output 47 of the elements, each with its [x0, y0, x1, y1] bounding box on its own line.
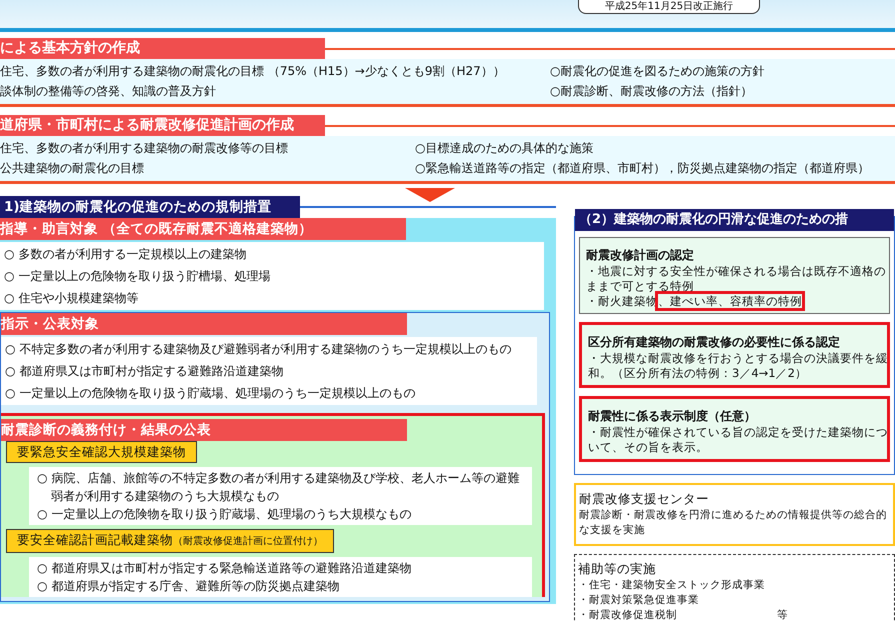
list-text: ○ 都道府県又は市町村が指定する緊急輸送道路等の避難路沿道建築物: [37, 560, 412, 577]
body-text: ままで可とする特例: [586, 279, 694, 293]
body-text: ・大規模な耐震改修を行おうとする場合の決議要件を緩: [588, 351, 888, 365]
body-text: 耐震診断・耐震改修を円滑に進めるための情報提供等の総合的: [579, 508, 888, 523]
list-text: ○目標達成のための具体的な施策: [415, 140, 594, 157]
list-text: 公共建築物の耐震化の目標: [0, 160, 145, 177]
list-text: ○ 一定量以上の危険物を取り扱う貯蔵場、処理場のうち大規模なもの: [37, 506, 412, 523]
list-text: ○耐震診断、耐震改修の方法（指針）: [550, 83, 752, 100]
list-text: ○ 不特定多数の者が利用する建築物及び避難弱者が利用する建築物のうち一定規模以上のもの: [5, 341, 512, 358]
list-text: 住宅、多数の者が利用する建築物の耐震化の目標 （75%（H15）→少なくとも9割（H27））: [0, 63, 506, 80]
box-heading: 補助等の実施: [578, 561, 657, 576]
box-heading: 耐震性に係る表示制度（任意）: [588, 409, 757, 424]
revision-date-badge: 平成25年11月25日改正施行: [578, 0, 760, 14]
list-text: ○ 都道府県又は市町村が指定する避難路沿道建築物: [5, 363, 284, 380]
list-text: ○ 多数の者が利用する一定規模以上の建築物: [4, 246, 248, 263]
list-text: ○緊急輸送道路等の指定（都道府県、市町村），防災拠点建築物の指定（都道府県）: [415, 160, 870, 177]
label-note: （耐震改修促進計画に位置付け）: [173, 536, 323, 547]
label-text: 要緊急安全確認大規模建築物: [17, 444, 186, 459]
body-text: ・住宅・建築物安全ストック形成事業: [578, 578, 766, 593]
list-text: ○ 一定量以上の危険物を取り扱う貯蔵場、処理場のうち一定規模以上のもの: [5, 385, 416, 402]
body-text: 和。（区分所有法の特例：3／4→1／2）: [588, 366, 807, 380]
list-text: 談体制の整備等の啓発、知識の普及方針: [0, 83, 217, 100]
body-text: ・耐震性が確保されている旨の認定を受けた建築物につ: [588, 425, 888, 439]
category-heading: 指示・公表対象: [1, 313, 407, 335]
body-text: な支援を実施: [579, 523, 646, 538]
list-text: ○ 住宅や小規模建築物等: [4, 290, 140, 307]
section-title: 道府県・市町村による耐震改修促進計画の作成: [0, 115, 325, 136]
list-text: ○耐震化の促進を図るための施策の方針: [550, 63, 764, 80]
body-text: ・地震に対する安全性が確保される場合は既存不適格の: [586, 264, 886, 278]
list-text: 住宅、多数の者が利用する建築物の耐震改修等の目標: [0, 140, 289, 157]
list-text: ○ 一定量以上の危険物を取り扱う貯槽場、処理場: [4, 268, 272, 285]
box-heading: 区分所有建築物の耐震改修の必要性に係る認定: [588, 335, 841, 350]
section-title: 1)建築物の耐震化の促進のための規制措置: [0, 196, 300, 218]
list-text: ○ 病院、店舗、旅館等の不特定多数の者が利用する建築物及び学校、老人ホーム等の避難弱者が利用する建築物のうち大規模なもの: [37, 470, 520, 505]
down-arrow-icon: [405, 188, 455, 202]
label-text: 要安全確認計画記載建築物: [17, 532, 173, 547]
box-heading: 耐震改修支援センター: [579, 491, 710, 506]
box-heading: 耐震改修計画の認定: [586, 248, 695, 263]
section-title: による基本方針の作成: [0, 38, 325, 59]
body-text: いて、その旨を表示。: [588, 440, 708, 454]
section-title: （2）建築物の耐震化の円滑な促進のための措: [575, 209, 894, 231]
body-text: ・耐震改修促進税制: [578, 609, 677, 621]
category-heading: 耐震診断の義務付け・結果の公表: [1, 419, 407, 441]
body-text: 等: [777, 609, 788, 621]
list-text: ○ 都道府県が指定する庁舎、避難所等の防災拠点建築物: [37, 578, 340, 595]
highlighted-text: 、建ぺい率、容積率の特例: [658, 294, 802, 308]
body-text: ・耐震対策緊急促進事業: [578, 593, 700, 608]
